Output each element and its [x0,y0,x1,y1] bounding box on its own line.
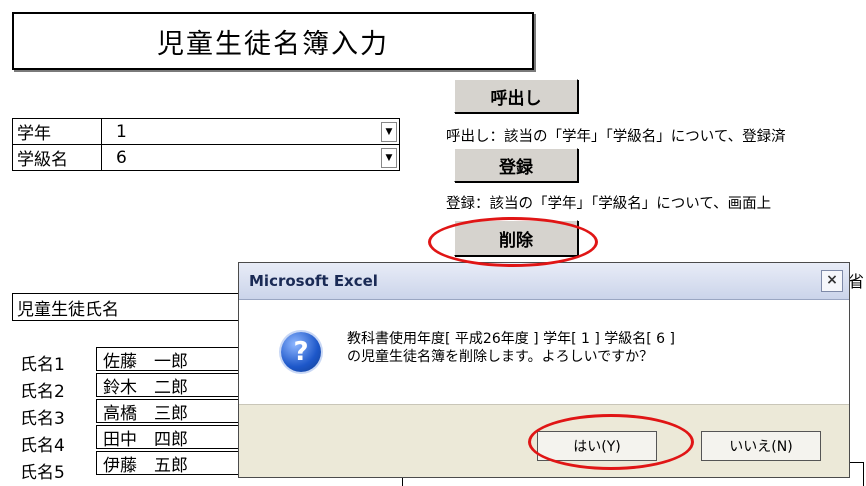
no-button[interactable]: いいえ(N) [701,431,821,461]
class-value: 6 [116,147,127,168]
question-icon: ? [281,332,321,372]
register-button[interactable]: 登録 [454,148,578,182]
student-label-1: 氏名1 [20,355,65,375]
dialog-title: Microsoft Excel [249,272,378,290]
dropdown-arrow-icon[interactable]: ▼ [381,148,397,168]
dialog-titlebar: Microsoft Excel × [239,263,849,300]
class-select[interactable]: 6 ▼ [101,144,400,171]
student-name-1[interactable]: 佐藤 一郎 [96,347,244,372]
student-name-5[interactable]: 伊藤 五郎 [96,451,244,476]
dialog-message-line2: の児童生徒名簿を削除します。よろしいですか？ [347,349,654,365]
dialog-body: ? 教科書使用年度[ 平成26年度 ] 学年[ 1 ] 学級名[ 6 ] の児童… [239,300,849,405]
student-name-4[interactable]: 田中 四郎 [96,425,244,450]
page-title: 児童生徒名簿入力 [12,12,534,70]
call-description: 呼出し：該当の「学年」「学級名」について、登録済 [446,129,786,145]
grade-label: 学年 [12,118,102,145]
student-label-3: 氏名3 [20,409,65,429]
student-name-2[interactable]: 鈴木 二郎 [96,373,244,398]
student-name-3[interactable]: 高橋 三郎 [96,399,244,424]
register-description: 登録：該当の「学年」「学級名」について、画面上 [446,196,772,212]
grade-select[interactable]: 1 ▼ [101,118,400,145]
grade-class-table: 学年 1 ▼ 学級名 6 ▼ [12,118,400,171]
student-label-2: 氏名2 [20,382,65,402]
student-label-4: 氏名4 [20,436,65,456]
grade-value: 1 [116,121,127,142]
yes-button[interactable]: はい(Y) [537,431,657,461]
student-label-5: 氏名5 [20,463,65,483]
class-label: 学級名 [12,144,102,171]
delete-button[interactable]: 削除 [454,220,578,256]
call-button[interactable]: 呼出し [454,79,578,113]
right-edge-label: 省 [848,272,865,291]
dialog-message-line1: 教科書使用年度[ 平成26年度 ] 学年[ 1 ] 学級名[ 6 ] [347,331,676,347]
close-icon[interactable]: × [821,270,843,292]
confirm-dialog: Microsoft Excel × ? 教科書使用年度[ 平成26年度 ] 学年… [238,262,850,478]
dropdown-arrow-icon[interactable]: ▼ [381,122,397,142]
student-name-header: 児童生徒氏名 [12,293,248,321]
dialog-message: 教科書使用年度[ 平成26年度 ] 学年[ 1 ] 学級名[ 6 ] の児童生徒… [347,330,675,366]
